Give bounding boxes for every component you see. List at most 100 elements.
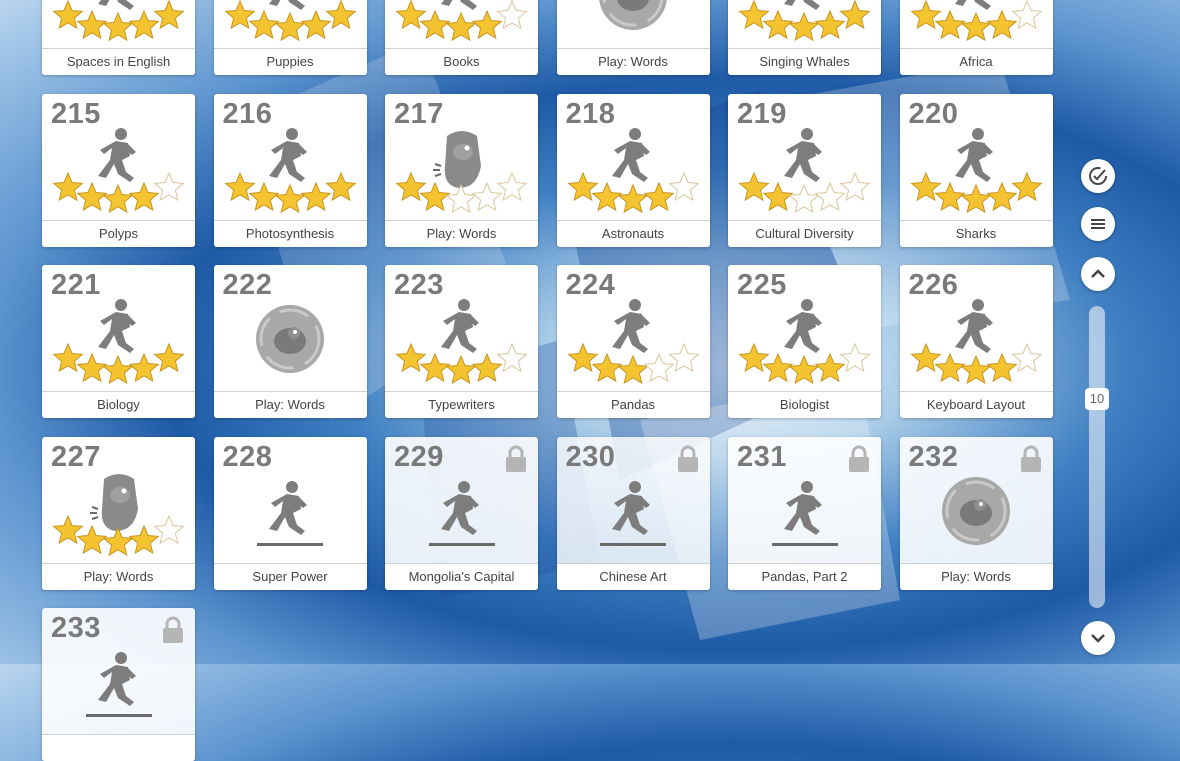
star-filled-icon (445, 354, 477, 385)
star-rating (566, 342, 700, 385)
check-circle-button[interactable] (1081, 159, 1115, 193)
star-empty-icon (1010, 0, 1043, 30)
lesson-number: 222 (222, 269, 273, 301)
star-filled-icon (324, 171, 357, 201)
lesson-title: Books (385, 48, 538, 75)
lesson-title: Astronauts (556, 219, 710, 247)
star-filled-icon (909, 171, 942, 201)
lesson-card[interactable]: Singing Whales (728, 0, 881, 75)
lock-icon (847, 445, 871, 473)
star-filled-icon (471, 352, 503, 383)
lesson-card[interactable]: 218 Astronauts (556, 93, 710, 247)
star-rating (395, 0, 528, 42)
star-rating (223, 0, 357, 42)
star-rating (52, 171, 185, 213)
lesson-card[interactable]: Play: Words (556, 0, 710, 75)
lesson-title (42, 734, 195, 761)
star-filled-icon (52, 171, 84, 201)
star-filled-icon (52, 342, 84, 373)
star-filled-icon (788, 354, 820, 385)
scroll-track[interactable] (1089, 306, 1105, 608)
star-filled-icon (128, 352, 160, 383)
star-filled-icon (738, 342, 770, 373)
lesson-card[interactable]: Puppies (213, 0, 367, 75)
star-filled-icon (762, 352, 794, 383)
lesson-card[interactable]: 230 Chinese Art (556, 436, 710, 590)
lesson-card[interactable]: 233 (42, 608, 195, 761)
menu-button[interactable] (1081, 207, 1115, 241)
runner-icon (427, 479, 497, 554)
lesson-card[interactable]: Africa (899, 0, 1053, 75)
runner-icon (770, 479, 840, 554)
star-rating (395, 171, 528, 213)
lesson-card[interactable]: 221 Biology (42, 265, 195, 418)
lesson-number: 233 (51, 612, 101, 644)
lesson-card[interactable]: 224 Pandas (556, 265, 710, 418)
star-filled-icon (223, 171, 256, 201)
star-filled-icon (985, 9, 1018, 40)
lesson-number: 230 (565, 440, 616, 473)
lesson-card[interactable]: Books (385, 0, 538, 75)
star-rating (909, 171, 1043, 213)
lesson-title: Play: Words (42, 562, 195, 590)
lesson-title: Mongolia's Capital (385, 562, 538, 590)
runner-icon (84, 650, 154, 725)
page-number: 10 (1085, 388, 1109, 410)
star-rating (52, 342, 185, 385)
star-filled-icon (128, 524, 160, 554)
star-filled-icon (788, 11, 820, 42)
lesson-card[interactable]: 223 Typewriters (385, 265, 538, 418)
lesson-card[interactable]: 220 Sharks (899, 93, 1053, 247)
lesson-title: Play: Words (899, 562, 1053, 590)
star-empty-icon (1010, 342, 1043, 373)
star-empty-icon (788, 183, 820, 213)
lesson-card[interactable]: 225 Biologist (728, 265, 881, 418)
star-filled-icon (762, 181, 794, 211)
star-filled-icon (419, 9, 451, 40)
lesson-card[interactable]: 222 Play: Words (213, 265, 367, 418)
star-empty-icon (445, 183, 477, 213)
star-rating (909, 0, 1043, 42)
star-rating (395, 342, 528, 385)
lesson-title: Keyboard Layout (899, 391, 1053, 418)
star-filled-icon (273, 11, 306, 42)
lesson-card[interactable]: 227 Play: Words (42, 436, 195, 590)
lesson-title: Polyps (42, 219, 195, 247)
lesson-card[interactable]: 215 Polyps (42, 93, 195, 247)
lesson-title: Pandas, Part 2 (728, 562, 881, 590)
star-filled-icon (153, 0, 185, 30)
scroll-down-button[interactable] (1081, 621, 1115, 655)
lesson-card[interactable]: Spaces in English (42, 0, 195, 75)
lesson-card[interactable]: 231 Pandas, Part 2 (728, 436, 881, 590)
star-filled-icon (128, 9, 160, 40)
star-filled-icon (814, 352, 846, 383)
star-filled-icon (590, 352, 623, 383)
star-empty-icon (814, 181, 846, 211)
star-filled-icon (76, 524, 108, 554)
lesson-card[interactable]: 229 Mongolia's Capital (385, 436, 538, 590)
star-filled-icon (445, 11, 477, 42)
star-empty-icon (839, 171, 871, 201)
star-filled-icon (839, 0, 871, 30)
scroll-up-button[interactable] (1081, 257, 1115, 291)
star-filled-icon (153, 342, 185, 373)
star-filled-icon (52, 0, 84, 30)
star-filled-icon (471, 9, 503, 40)
lesson-number: 228 (222, 440, 273, 473)
star-filled-icon (223, 0, 256, 30)
star-filled-icon (933, 352, 966, 383)
lesson-card[interactable]: 217 Play: Words (385, 93, 538, 247)
star-rating (52, 0, 185, 42)
star-filled-icon (959, 354, 992, 385)
star-rating (223, 171, 357, 213)
lesson-title: Singing Whales (728, 48, 881, 75)
star-filled-icon (959, 183, 992, 213)
lesson-card[interactable]: 232 Play: Words (899, 436, 1053, 590)
lesson-card[interactable]: 219 Cultural Diversity (728, 93, 881, 247)
star-rating (909, 342, 1043, 385)
list-icon (1091, 219, 1105, 229)
lesson-card[interactable]: 228 Super Power (213, 436, 367, 590)
star-empty-icon (839, 342, 871, 373)
lesson-card[interactable]: 226 Keyboard Layout (899, 265, 1053, 418)
lesson-card[interactable]: 216 Photosynthesis (213, 93, 367, 247)
